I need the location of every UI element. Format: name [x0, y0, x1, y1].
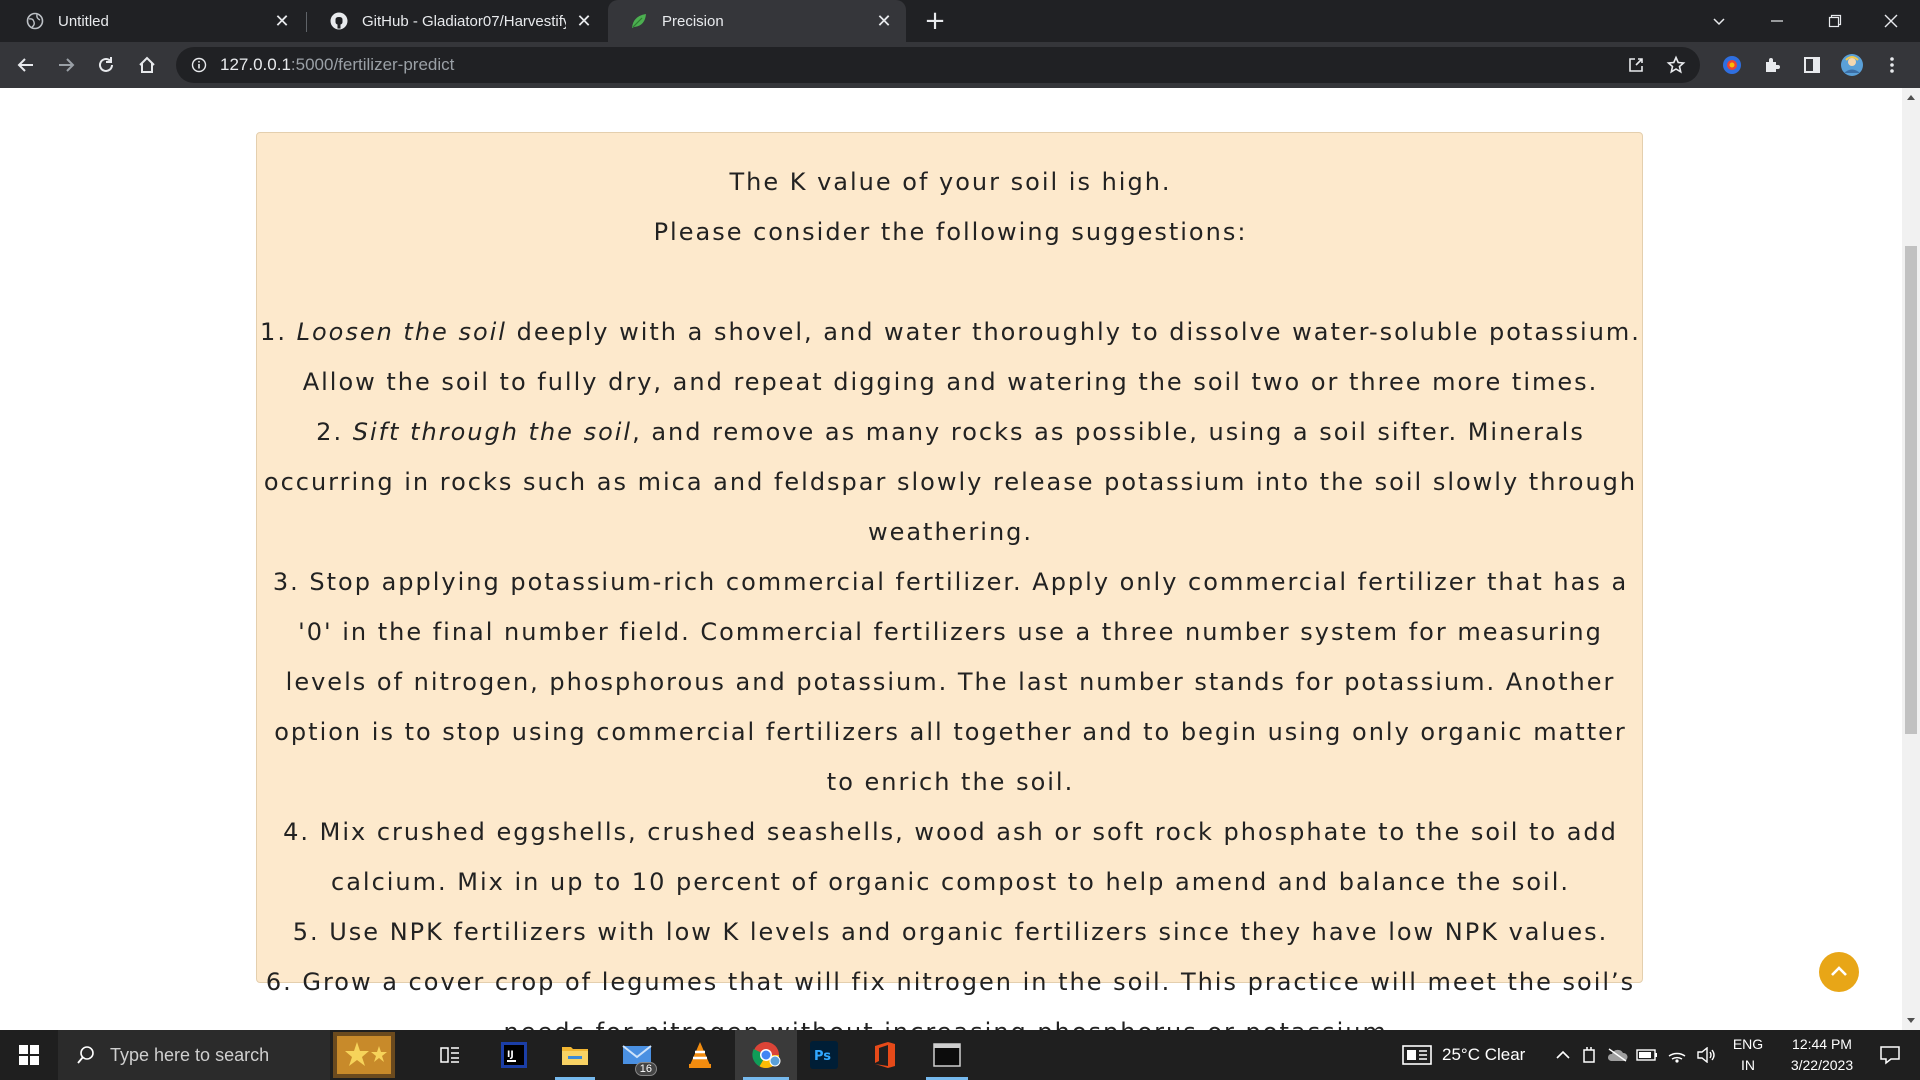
url-host: 127.0.0.1: [220, 55, 291, 74]
weather-news-icon: [1402, 1045, 1432, 1065]
site-info-icon[interactable]: [190, 56, 208, 74]
volume-icon[interactable]: [1692, 1047, 1720, 1063]
suggestion-emphasis: Loosen the soil: [296, 318, 507, 346]
vlc-icon[interactable]: [672, 1030, 728, 1080]
system-clock[interactable]: 12:44 PM 3/22/2023: [1777, 1034, 1867, 1076]
chevron-up-icon: [1831, 966, 1847, 976]
scroll-up-arrow-icon[interactable]: [1902, 88, 1920, 106]
tab-title: Untitled: [58, 12, 109, 30]
task-view-icon[interactable]: [422, 1030, 478, 1080]
search-highlight-image-icon[interactable]: [330, 1030, 398, 1080]
recommendation-text: The K value of your soil is high. Please…: [257, 157, 1644, 1030]
photoshop-icon[interactable]: Ps: [796, 1030, 852, 1080]
extension-circle-icon[interactable]: [1716, 49, 1748, 81]
result-heading: The K value of your soil is high.: [729, 168, 1172, 196]
tab-title: Precision: [662, 12, 724, 30]
wifi-icon[interactable]: [1662, 1047, 1692, 1063]
tab-precision[interactable]: Precision ✕: [608, 0, 906, 42]
suggestion-item: 1. Loosen the soil deeply with a shovel,…: [260, 318, 1641, 396]
language-code: ENG: [1732, 1036, 1764, 1052]
tab-untitled[interactable]: Untitled ✕: [4, 0, 304, 42]
bookmark-star-icon[interactable]: [1660, 49, 1692, 81]
weather-text: 25°C Clear: [1442, 1045, 1526, 1064]
tab-close-icon[interactable]: ✕: [574, 11, 594, 31]
browser-tab-strip: Untitled ✕ GitHub - Gladiator07/Harvesti…: [0, 0, 1920, 42]
back-to-top-button[interactable]: [1819, 952, 1859, 992]
new-tab-button[interactable]: +: [920, 6, 950, 36]
svg-text:IJ: IJ: [507, 1050, 514, 1060]
tray-icons: [1550, 1030, 1720, 1080]
suggestions-intro: Please consider the following suggestion…: [653, 218, 1248, 246]
notifications-icon[interactable]: [1866, 1030, 1914, 1080]
svg-text:Ps: Ps: [814, 1049, 831, 1064]
chrome-taskbar-icon[interactable]: [735, 1030, 797, 1080]
extensions-puzzle-icon[interactable]: [1756, 49, 1788, 81]
taskbar-search-box[interactable]: Type here to search: [58, 1030, 330, 1080]
terminal-icon[interactable]: [918, 1030, 976, 1080]
back-arrow-icon[interactable]: [10, 49, 42, 81]
language-indicator[interactable]: ENG IN: [1726, 1034, 1770, 1076]
show-hidden-icons-chevron-icon[interactable]: [1550, 1050, 1576, 1060]
device-icon[interactable]: [1576, 1046, 1602, 1064]
tab-github[interactable]: GitHub - Gladiator07/Harvestify: A ✕: [308, 0, 606, 42]
home-icon[interactable]: [131, 49, 163, 81]
side-panel-icon[interactable]: [1796, 49, 1828, 81]
scrollbar-thumb[interactable]: [1905, 246, 1917, 734]
globe-icon: [26, 12, 44, 30]
onedrive-icon[interactable]: [1602, 1048, 1632, 1062]
close-window-icon[interactable]: [1862, 0, 1920, 42]
page-scrollbar[interactable]: [1902, 88, 1920, 1030]
suggestion-item: 6. Grow a cover crop of legumes that wil…: [265, 968, 1636, 1030]
chrome-menu-icon[interactable]: [1876, 49, 1908, 81]
windows-start-icon[interactable]: [0, 1030, 58, 1080]
recommendation-card: The K value of your soil is high. Please…: [256, 132, 1643, 1030]
browser-toolbar: 127.0.0.1:5000/fertilizer-predict: [0, 42, 1920, 88]
suggestion-item: 5. Use NPK fertilizers with low K levels…: [292, 918, 1609, 946]
suggestion-emphasis: Sift through the soil: [352, 418, 633, 446]
profile-avatar-icon[interactable]: [1836, 49, 1868, 81]
clock-date: 3/22/2023: [1790, 1057, 1854, 1073]
weather-widget[interactable]: 25°C Clear: [1402, 1030, 1525, 1080]
tab-close-icon[interactable]: ✕: [272, 11, 292, 31]
address-bar[interactable]: 127.0.0.1:5000/fertilizer-predict: [176, 47, 1700, 83]
file-explorer-icon[interactable]: [547, 1030, 603, 1080]
office-icon[interactable]: [857, 1030, 913, 1080]
windows-taskbar: Type here to search IJ 16 Ps 25°C Clear: [0, 1030, 1920, 1080]
mail-icon[interactable]: 16: [609, 1030, 665, 1080]
mail-badge: 16: [634, 1062, 657, 1076]
region-code: IN: [1741, 1057, 1755, 1073]
suggestion-item: 4. Mix crushed eggshells, crushed seashe…: [283, 818, 1618, 896]
intellij-icon[interactable]: IJ: [486, 1030, 542, 1080]
minimize-icon[interactable]: [1748, 0, 1806, 42]
page-viewport: The K value of your soil is high. Please…: [0, 88, 1902, 1030]
url-path: :5000/fertilizer-predict: [290, 55, 455, 74]
reload-icon[interactable]: [90, 49, 122, 81]
search-icon: [77, 1046, 94, 1064]
tab-separator: [306, 12, 307, 32]
leaf-icon: [630, 12, 648, 30]
share-icon[interactable]: [1620, 49, 1652, 81]
search-placeholder: Type here to search: [110, 1044, 270, 1065]
tab-close-icon[interactable]: ✕: [874, 11, 894, 31]
tab-title: GitHub - Gladiator07/Harvestify: A: [362, 12, 566, 30]
clock-time: 12:44 PM: [1792, 1036, 1852, 1052]
github-icon: [330, 12, 348, 30]
battery-icon[interactable]: [1632, 1049, 1662, 1061]
forward-arrow-icon[interactable]: [50, 49, 82, 81]
scroll-down-arrow-icon[interactable]: [1902, 1012, 1920, 1030]
restore-icon[interactable]: [1806, 0, 1864, 42]
tab-search-chevron-icon[interactable]: [1690, 0, 1748, 42]
suggestion-item: 3. Stop applying potassium-rich commerci…: [272, 568, 1629, 796]
suggestion-item: 2. Sift through the soil, and remove as …: [263, 418, 1638, 546]
